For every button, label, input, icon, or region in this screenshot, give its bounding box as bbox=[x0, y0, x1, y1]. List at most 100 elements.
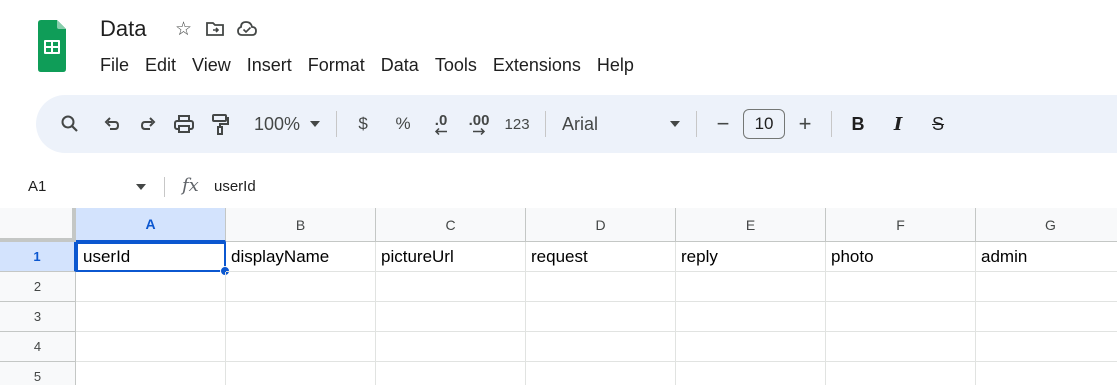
font-select[interactable]: Arial bbox=[556, 106, 686, 142]
search-menus-icon[interactable] bbox=[54, 106, 86, 142]
cell-e2[interactable] bbox=[676, 272, 826, 302]
toolbar: 100% $ % .0 .00 123 Arial − 10 + B I S bbox=[36, 95, 1117, 153]
cell-a3[interactable] bbox=[76, 302, 226, 332]
column-header-g[interactable]: G bbox=[976, 208, 1117, 242]
cell-g2[interactable] bbox=[976, 272, 1117, 302]
column-header-e[interactable]: E bbox=[676, 208, 826, 242]
cell-g1[interactable]: admin bbox=[976, 242, 1117, 272]
cell-a1[interactable]: userId bbox=[76, 242, 226, 272]
decrease-decimal-label: .0 bbox=[434, 112, 448, 129]
cell-d5[interactable] bbox=[526, 362, 676, 385]
cell-d3[interactable] bbox=[526, 302, 676, 332]
cloud-saved-icon[interactable] bbox=[234, 16, 260, 42]
cell-b2[interactable] bbox=[226, 272, 376, 302]
sheets-logo-icon[interactable] bbox=[38, 20, 66, 72]
row-header-2[interactable]: 2 bbox=[0, 272, 76, 302]
italic-label: I bbox=[893, 113, 903, 135]
font-size-input[interactable]: 10 bbox=[743, 109, 786, 139]
cell-f5[interactable] bbox=[826, 362, 976, 385]
chevron-down-icon bbox=[310, 121, 321, 127]
increase-decimal-label: .00 bbox=[468, 112, 490, 129]
cell-e1[interactable]: reply bbox=[676, 242, 826, 272]
cell-reference: A1 bbox=[28, 177, 47, 195]
formula-input[interactable]: userId bbox=[214, 178, 256, 195]
row-header-1[interactable]: 1 bbox=[0, 242, 76, 272]
cell-d1[interactable]: request bbox=[526, 242, 676, 272]
number-format-label: 123 bbox=[504, 115, 530, 133]
chevron-down-icon[interactable] bbox=[136, 184, 146, 190]
cell-a5[interactable] bbox=[76, 362, 226, 385]
star-icon[interactable]: ☆ bbox=[170, 16, 196, 42]
cell-e4[interactable] bbox=[676, 332, 826, 362]
cell-c4[interactable] bbox=[376, 332, 526, 362]
cell-e5[interactable] bbox=[676, 362, 826, 385]
cell-d4[interactable] bbox=[526, 332, 676, 362]
cell-c2[interactable] bbox=[376, 272, 526, 302]
cell-d2[interactable] bbox=[526, 272, 676, 302]
increase-font-size-button[interactable]: + bbox=[789, 106, 821, 142]
column-header-c[interactable]: C bbox=[376, 208, 526, 242]
increase-decimal-button[interactable]: .00 bbox=[463, 106, 495, 142]
menu-view[interactable]: View bbox=[184, 53, 239, 78]
column-header-a[interactable]: A bbox=[76, 208, 226, 242]
italic-button[interactable]: I bbox=[882, 106, 914, 142]
format-percent-button[interactable]: % bbox=[387, 106, 419, 142]
cell-f4[interactable] bbox=[826, 332, 976, 362]
cell-b3[interactable] bbox=[226, 302, 376, 332]
column-header-b[interactable]: B bbox=[226, 208, 376, 242]
bold-label: B bbox=[851, 113, 865, 134]
paint-format-icon[interactable] bbox=[204, 106, 236, 142]
cell-b4[interactable] bbox=[226, 332, 376, 362]
menu-data[interactable]: Data bbox=[373, 53, 427, 78]
undo-icon[interactable] bbox=[96, 106, 128, 142]
menu-edit[interactable]: Edit bbox=[137, 53, 184, 78]
menu-insert[interactable]: Insert bbox=[239, 53, 300, 78]
percent-label: % bbox=[395, 114, 411, 133]
cell-b5[interactable] bbox=[226, 362, 376, 385]
format-currency-button[interactable]: $ bbox=[347, 106, 379, 142]
spreadsheet-grid: A B C D E F G 1 2 3 4 5 userId displayNam… bbox=[0, 208, 1117, 385]
cell-f3[interactable] bbox=[826, 302, 976, 332]
column-header-d[interactable]: D bbox=[526, 208, 676, 242]
select-all-corner[interactable] bbox=[0, 208, 76, 242]
cell-b1[interactable]: displayName bbox=[226, 242, 376, 272]
menu-tools[interactable]: Tools bbox=[427, 53, 485, 78]
cell-a2[interactable] bbox=[76, 272, 226, 302]
toolbar-divider bbox=[831, 111, 833, 137]
cell-f2[interactable] bbox=[826, 272, 976, 302]
cell-e3[interactable] bbox=[676, 302, 826, 332]
column-header-f[interactable]: F bbox=[826, 208, 976, 242]
bold-button[interactable]: B bbox=[842, 106, 874, 142]
move-to-folder-icon[interactable] bbox=[202, 16, 228, 42]
arrow-right-icon bbox=[473, 128, 486, 135]
menu-format[interactable]: Format bbox=[300, 53, 373, 78]
cell-c3[interactable] bbox=[376, 302, 526, 332]
redo-icon[interactable] bbox=[132, 106, 164, 142]
cell-c1[interactable]: pictureUrl bbox=[376, 242, 526, 272]
zoom-select[interactable]: 100% bbox=[248, 106, 326, 142]
row-header-5[interactable]: 5 bbox=[0, 362, 76, 385]
cell-g4[interactable] bbox=[976, 332, 1117, 362]
toolbar-divider bbox=[545, 111, 547, 137]
document-title[interactable]: Data bbox=[98, 16, 148, 42]
formula-divider bbox=[164, 177, 165, 197]
arrow-left-icon bbox=[434, 128, 448, 135]
row-header-3[interactable]: 3 bbox=[0, 302, 76, 332]
fx-icon: fx bbox=[182, 175, 199, 196]
cell-f1[interactable]: photo bbox=[826, 242, 976, 272]
cell-g5[interactable] bbox=[976, 362, 1117, 385]
cell-c5[interactable] bbox=[376, 362, 526, 385]
name-box[interactable]: A1 bbox=[0, 170, 130, 202]
menu-help[interactable]: Help bbox=[589, 53, 642, 78]
menu-file[interactable]: File bbox=[92, 53, 137, 78]
cell-g3[interactable] bbox=[976, 302, 1117, 332]
menu-extensions[interactable]: Extensions bbox=[485, 53, 589, 78]
cell-a4[interactable] bbox=[76, 332, 226, 362]
decrease-decimal-button[interactable]: .0 bbox=[425, 106, 457, 142]
row-header-4[interactable]: 4 bbox=[0, 332, 76, 362]
strikethrough-button[interactable]: S bbox=[922, 106, 954, 142]
plus-label: + bbox=[798, 111, 812, 136]
print-icon[interactable] bbox=[168, 106, 200, 142]
more-formats-button[interactable]: 123 bbox=[501, 106, 533, 142]
decrease-font-size-button[interactable]: − bbox=[707, 106, 739, 142]
